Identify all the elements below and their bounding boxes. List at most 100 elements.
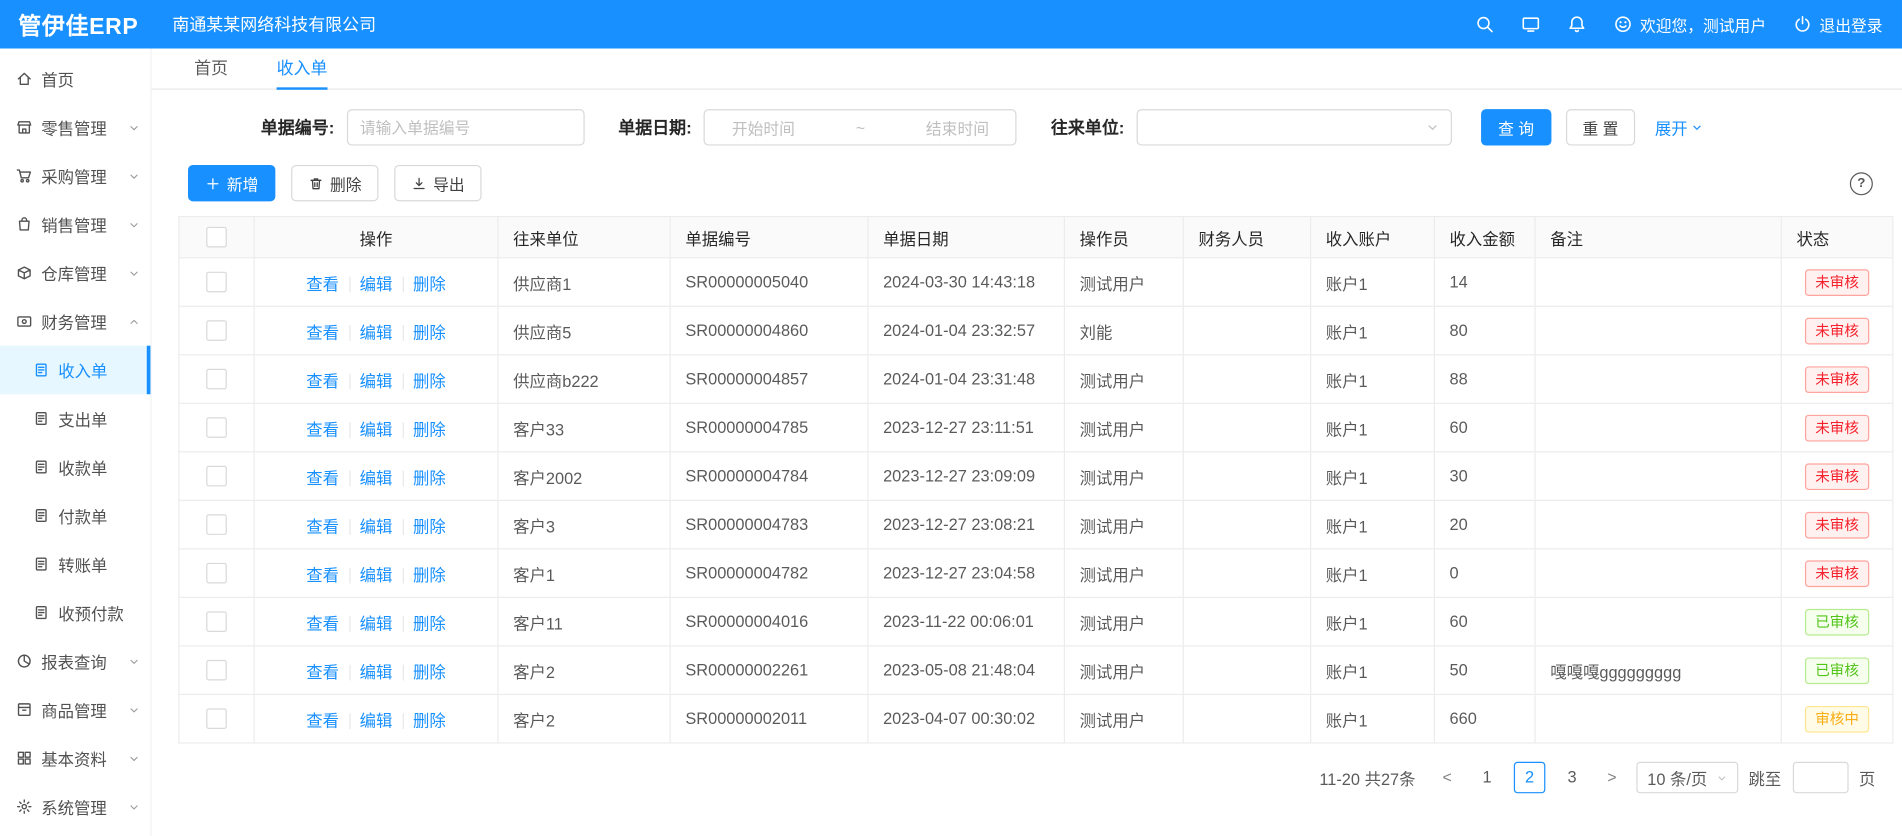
sidebar-item-warehouse[interactable]: 仓库管理 (0, 249, 150, 298)
reset-button[interactable]: 重 置 (1566, 109, 1636, 145)
sidebar-subitem-prepayment[interactable]: 收预付款 (0, 588, 150, 637)
edit-link[interactable]: 编辑 (360, 420, 393, 438)
row-checkbox[interactable] (206, 611, 227, 632)
row-checkbox[interactable] (206, 369, 227, 390)
help-icon[interactable]: ? (1850, 172, 1873, 195)
sidebar-subitem-transfer[interactable]: 转账单 (0, 540, 150, 589)
sidebar-item-system[interactable]: 系统管理 (0, 782, 150, 831)
sidebar-item-reports[interactable]: 报表查询 (0, 637, 150, 686)
expand-link[interactable]: 展开 (1655, 115, 1704, 139)
edit-link[interactable]: 编辑 (360, 469, 393, 487)
edit-link[interactable]: 编辑 (360, 275, 393, 293)
delete-link[interactable]: 删除 (413, 711, 446, 729)
sidebar-item-purchase[interactable]: 采购管理 (0, 152, 150, 201)
edit-link[interactable]: 编辑 (360, 566, 393, 584)
view-link[interactable]: 查看 (306, 275, 339, 293)
sidebar-item-retail[interactable]: 零售管理 (0, 103, 150, 152)
user-menu[interactable]: 欢迎您，测试用户 (1613, 13, 1766, 36)
doc-icon (33, 604, 50, 621)
page-3-button[interactable]: 3 (1556, 762, 1588, 794)
view-link[interactable]: 查看 (306, 469, 339, 487)
delete-link[interactable]: 删除 (413, 275, 446, 293)
screen-icon[interactable] (1521, 15, 1540, 34)
row-checkbox[interactable] (206, 272, 227, 293)
delete-link[interactable]: 删除 (413, 420, 446, 438)
page-1-button[interactable]: 1 (1471, 762, 1503, 794)
cell-operator: 测试用户 (1064, 452, 1183, 501)
delete-button[interactable]: 删除 (291, 165, 378, 201)
view-link[interactable]: 查看 (306, 517, 339, 535)
table-row: 查看编辑删除 客户2002 SR00000004784 2023-12-27 2… (179, 452, 1893, 501)
view-link[interactable]: 查看 (306, 614, 339, 632)
page-size-select[interactable]: 10 条/页 (1636, 762, 1737, 794)
export-button[interactable]: 导出 (394, 165, 481, 201)
logout-button[interactable]: 退出登录 (1793, 13, 1883, 36)
row-checkbox[interactable] (206, 320, 227, 341)
partner-select[interactable] (1137, 109, 1452, 145)
edit-link[interactable]: 编辑 (360, 372, 393, 390)
row-checkbox-cell (179, 452, 254, 501)
view-link[interactable]: 查看 (306, 420, 339, 438)
view-link[interactable]: 查看 (306, 323, 339, 341)
edit-link[interactable]: 编辑 (360, 323, 393, 341)
tab-income[interactable]: 收入单 (277, 49, 328, 90)
delete-link[interactable]: 删除 (413, 517, 446, 535)
sidebar-subitem-payment[interactable]: 付款单 (0, 491, 150, 540)
delete-link[interactable]: 删除 (413, 372, 446, 390)
cell-remark (1535, 258, 1781, 307)
cell-finance-staff (1183, 597, 1310, 646)
delete-link[interactable]: 删除 (413, 469, 446, 487)
date-range-picker[interactable]: 开始时间 ~ 结束时间 (704, 109, 1017, 145)
row-checkbox[interactable] (206, 514, 227, 535)
sidebar-item-sales[interactable]: 销售管理 (0, 200, 150, 249)
cell-finance-staff (1183, 306, 1310, 355)
cell-account: 账户1 (1311, 452, 1435, 501)
tab-home[interactable]: 首页 (194, 49, 228, 90)
page-2-button[interactable]: 2 (1514, 762, 1546, 794)
col-bill-no: 单据编号 (670, 217, 868, 258)
row-checkbox[interactable] (206, 466, 227, 487)
row-checkbox-cell (179, 500, 254, 549)
row-checkbox[interactable] (206, 708, 227, 729)
view-link[interactable]: 查看 (306, 566, 339, 584)
sidebar-item-basedata[interactable]: 基本资料 (0, 734, 150, 783)
select-all-checkbox[interactable] (206, 227, 227, 248)
delete-link[interactable]: 删除 (413, 566, 446, 584)
edit-link[interactable]: 编辑 (360, 663, 393, 681)
delete-link[interactable]: 删除 (413, 614, 446, 632)
bell-icon[interactable] (1567, 15, 1586, 34)
add-button[interactable]: 新增 (188, 165, 275, 201)
row-checkbox[interactable] (206, 417, 227, 438)
delete-link[interactable]: 删除 (413, 323, 446, 341)
sidebar-item-goods[interactable]: 商品管理 (0, 685, 150, 734)
status-badge: 未审核 (1806, 511, 1869, 538)
cell-finance-staff (1183, 646, 1310, 695)
row-actions-cell: 查看 编辑 删除 (254, 403, 498, 452)
view-link[interactable]: 查看 (306, 372, 339, 390)
next-page-button[interactable]: > (1599, 762, 1626, 794)
cell-bill-no: SR00000004783 (670, 500, 868, 549)
view-link[interactable]: 查看 (306, 663, 339, 681)
bill-no-input[interactable] (347, 109, 585, 145)
row-checkbox[interactable] (206, 660, 227, 681)
jump-page-input[interactable] (1792, 762, 1848, 794)
edit-link[interactable]: 编辑 (360, 711, 393, 729)
search-button[interactable]: 查 询 (1481, 109, 1551, 145)
sidebar-item-home[interactable]: 首页 (0, 55, 150, 104)
view-link[interactable]: 查看 (306, 711, 339, 729)
sidebar-subitem-receipt[interactable]: 收款单 (0, 443, 150, 492)
sidebar-subitem-income[interactable]: 收入单 (0, 346, 150, 395)
prev-page-button[interactable]: < (1434, 762, 1461, 794)
divider (349, 471, 350, 487)
row-checkbox[interactable] (206, 563, 227, 584)
divider (402, 471, 403, 487)
cell-bill-no: SR00000002011 (670, 694, 868, 743)
delete-link[interactable]: 删除 (413, 663, 446, 681)
sidebar-subitem-expense[interactable]: 支出单 (0, 394, 150, 443)
edit-link[interactable]: 编辑 (360, 614, 393, 632)
sidebar-item-finance[interactable]: 财务管理 (0, 297, 150, 346)
chevron-down-icon (129, 656, 140, 667)
table-row: 查看编辑删除 客户3 SR00000004783 2023-12-27 23:0… (179, 500, 1893, 549)
search-icon[interactable] (1475, 15, 1494, 34)
edit-link[interactable]: 编辑 (360, 517, 393, 535)
